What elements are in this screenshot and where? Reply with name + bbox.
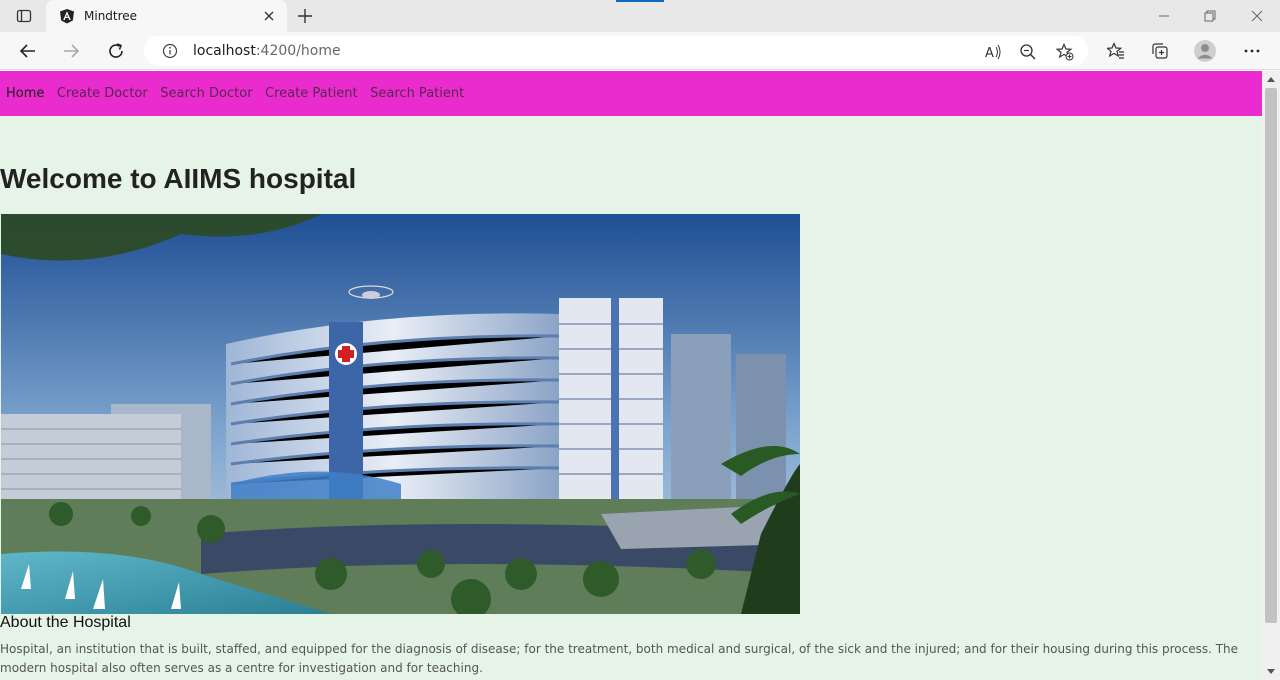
browser-toolbar: localhost:4200/home A bbox=[0, 32, 1280, 70]
about-heading: About the Hospital bbox=[0, 614, 131, 631]
url-text: localhost:4200/home bbox=[193, 43, 341, 59]
address-bar[interactable]: localhost:4200/home A bbox=[144, 36, 1088, 66]
scroll-down-icon[interactable] bbox=[1262, 664, 1280, 680]
star-plus-icon[interactable] bbox=[1056, 43, 1074, 61]
collections-icon[interactable] bbox=[1148, 39, 1172, 63]
nav-link-home[interactable]: Home bbox=[6, 86, 44, 101]
url-host: localhost bbox=[193, 43, 256, 59]
close-window-icon[interactable] bbox=[1249, 8, 1265, 24]
nav-link-create-patient[interactable]: Create Patient bbox=[265, 86, 358, 101]
scroll-thumb[interactable] bbox=[1265, 88, 1277, 623]
plus-icon[interactable] bbox=[295, 6, 315, 26]
more-icon[interactable] bbox=[1240, 39, 1264, 63]
back-arrow-icon[interactable] bbox=[16, 39, 40, 63]
angular-logo-icon bbox=[58, 7, 76, 25]
tab-actions-icon[interactable] bbox=[10, 5, 38, 27]
scroll-up-icon[interactable] bbox=[1262, 71, 1280, 87]
zoom-out-icon[interactable] bbox=[1019, 43, 1037, 61]
close-icon[interactable] bbox=[261, 8, 277, 24]
svg-text:A: A bbox=[985, 46, 994, 61]
forward-arrow-icon[interactable] bbox=[59, 39, 83, 63]
vertical-scrollbar[interactable] bbox=[1262, 71, 1280, 680]
tab-strip: Mindtree bbox=[0, 0, 1280, 32]
read-aloud-icon[interactable]: A bbox=[984, 43, 1002, 61]
tab-title: Mindtree bbox=[84, 9, 138, 23]
loading-indicator bbox=[616, 0, 664, 2]
profile-icon[interactable] bbox=[1193, 39, 1217, 63]
site-navbar: Home Create Doctor Search Doctor Create … bbox=[0, 71, 1262, 116]
browser-tab[interactable]: Mindtree bbox=[46, 0, 287, 32]
nav-link-search-doctor[interactable]: Search Doctor bbox=[160, 86, 252, 101]
restore-icon[interactable] bbox=[1202, 8, 1218, 24]
minimize-icon[interactable] bbox=[1156, 8, 1172, 24]
nav-link-create-doctor[interactable]: Create Doctor bbox=[57, 86, 148, 101]
info-icon[interactable] bbox=[162, 43, 178, 59]
url-path: :4200/home bbox=[255, 43, 341, 59]
about-paragraph: Hospital, an institution that is built, … bbox=[0, 642, 1239, 675]
page-viewport: Home Create Doctor Search Doctor Create … bbox=[0, 71, 1280, 680]
refresh-icon[interactable] bbox=[104, 39, 128, 63]
page-heading: Welcome to AIIMS hospital bbox=[0, 163, 357, 194]
favorites-icon[interactable] bbox=[1104, 39, 1128, 63]
hospital-image bbox=[1, 214, 800, 614]
nav-link-search-patient[interactable]: Search Patient bbox=[370, 86, 464, 101]
